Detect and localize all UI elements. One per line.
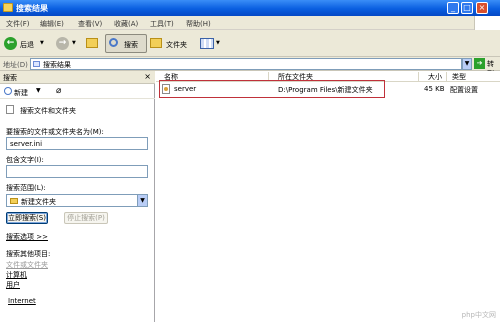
watermark: php中文网	[461, 311, 496, 319]
address-value: 搜索结果	[43, 61, 71, 69]
results-pane: 名称 所在文件夹 大小 类型 server D:\Program Files\新…	[156, 71, 500, 322]
menu-view[interactable]: 查看(V)	[78, 19, 102, 29]
menu-help[interactable]: 帮助(H)	[186, 19, 211, 29]
search-now-button[interactable]: 立即搜索(S)	[6, 212, 48, 224]
folders-button[interactable]: 文件夹	[150, 35, 192, 52]
go-arrow-icon: ➔	[474, 58, 485, 69]
history-icon[interactable]: ⌀	[56, 86, 61, 96]
forward-button[interactable]: → ▼	[56, 35, 78, 52]
close-button[interactable]: ×	[476, 2, 488, 14]
column-size[interactable]: 大小	[428, 72, 442, 82]
result-highlight-box	[159, 80, 385, 98]
other-item-files[interactable]: 文件或文件夹	[6, 260, 48, 270]
column-type[interactable]: 类型	[452, 72, 466, 82]
back-label: 后退	[20, 41, 34, 49]
search-other-label: 搜索其他项目:	[6, 250, 51, 258]
views-dropdown-icon: ▼	[216, 40, 220, 46]
folders-label: 文件夹	[166, 41, 187, 49]
new-search-button[interactable]: 新建	[14, 88, 28, 98]
search-options-link[interactable]: 搜索选项 >>	[6, 232, 48, 242]
address-label: 地址(D)	[3, 61, 28, 69]
search-scope-value: 新建文件夹	[21, 198, 56, 206]
go-button[interactable]: ➔ 转到	[474, 58, 500, 78]
search-button[interactable]: 搜索	[105, 34, 147, 53]
search-scope-label: 搜索范围(L):	[6, 184, 46, 192]
back-arrow-icon: ←	[4, 37, 17, 50]
new-search-icon	[4, 87, 12, 95]
search-pane-tools: 新建 ▼ ⌀	[0, 84, 155, 99]
toolbar: ← 后退 ▼ → ▼ 搜索 文件夹 ▼	[0, 30, 500, 57]
file-size: 45 KB	[424, 85, 445, 93]
close-icon[interactable]: ×	[144, 72, 151, 81]
back-button[interactable]: ← 后退 ▼	[4, 35, 46, 52]
contains-text-label: 包含文字(I):	[6, 156, 44, 164]
search-folder-icon	[3, 3, 13, 12]
chevron-down-icon[interactable]: ▼	[137, 195, 147, 206]
views-icon	[200, 38, 214, 49]
folder-icon	[10, 198, 18, 204]
address-bar: 地址(D) 搜索结果 ▼ ➔ 转到	[0, 57, 500, 78]
address-field[interactable]: 搜索结果	[30, 58, 462, 70]
search-pane: 搜索 × 新建 ▼ ⌀ 搜索文件和文件夹 要搜索的文件或文件夹名为(M): se…	[0, 71, 155, 322]
internet-link[interactable]: Internet	[8, 297, 36, 305]
search-panel-title: 搜索文件和文件夹	[20, 107, 76, 115]
menu-tools[interactable]: 工具(T)	[150, 19, 174, 29]
magnifier-icon	[109, 38, 118, 47]
up-folder-icon	[86, 38, 98, 48]
contains-text-input[interactable]	[6, 165, 148, 178]
up-folder-button[interactable]	[86, 35, 100, 52]
filename-label: 要搜索的文件或文件夹名为(M):	[6, 128, 104, 136]
menu-file[interactable]: 文件(F)	[6, 19, 30, 29]
folders-icon	[150, 38, 162, 48]
forward-arrow-icon: →	[56, 37, 69, 50]
menu-edit[interactable]: 编辑(E)	[40, 19, 64, 29]
search-pane-header: 搜索 ×	[0, 71, 155, 84]
windows-logo-icon	[474, 16, 500, 30]
forward-dropdown-icon: ▼	[72, 40, 76, 46]
maximize-button[interactable]: □	[461, 2, 473, 14]
other-item-people[interactable]: 用户	[6, 280, 20, 290]
file-type: 配置设置	[450, 86, 478, 94]
filename-input[interactable]: server.ini	[6, 137, 148, 150]
address-dropdown-icon[interactable]: ▼	[462, 58, 472, 70]
search-scope-select[interactable]: 新建文件夹 ▼	[6, 194, 148, 207]
menu-favorites[interactable]: 收藏(A)	[114, 19, 138, 29]
new-dropdown-icon[interactable]: ▼	[36, 87, 41, 94]
document-search-icon	[6, 105, 14, 114]
stop-search-button[interactable]: 停止搜索(P)	[64, 212, 108, 224]
minimize-button[interactable]: _	[447, 2, 459, 14]
other-item-computers[interactable]: 计算机	[6, 270, 27, 280]
search-pane-title: 搜索	[3, 74, 17, 82]
search-label: 搜索	[124, 41, 138, 49]
title-bar: 搜索结果 _ □ ×	[0, 0, 500, 16]
views-button[interactable]: ▼	[200, 35, 224, 52]
menu-bar: 文件(F) 编辑(E) 查看(V) 收藏(A) 工具(T) 帮助(H)	[0, 16, 500, 30]
window-title: 搜索结果	[16, 4, 48, 13]
back-dropdown-icon: ▼	[40, 40, 44, 46]
search-results-icon	[33, 61, 40, 67]
